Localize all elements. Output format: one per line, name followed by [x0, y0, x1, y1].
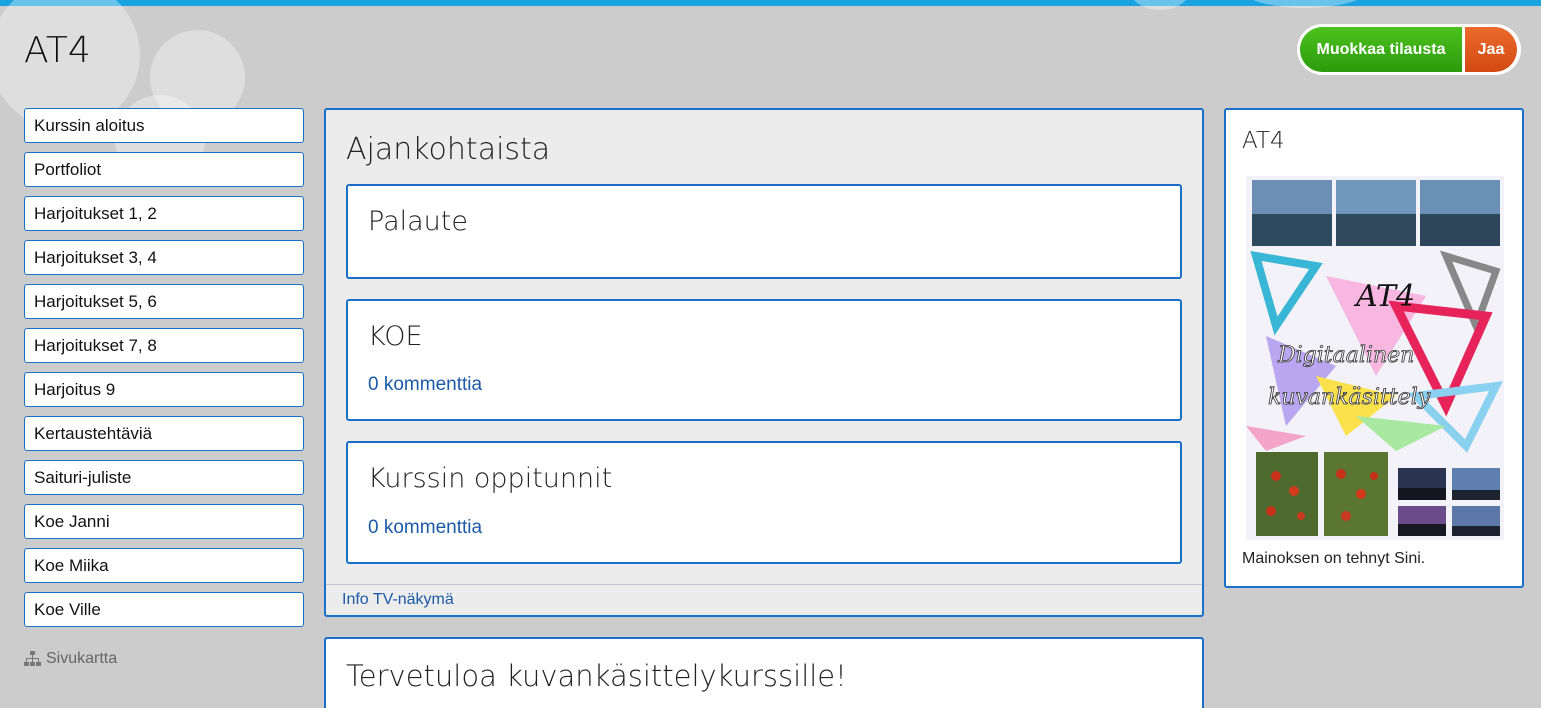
- welcome-title: Tervetuloa kuvankäsittelykurssille!: [346, 659, 847, 693]
- info-tv-link[interactable]: Info TV-näkymä: [326, 584, 1202, 615]
- poster-caption: Mainoksen on tehnyt Sini.: [1242, 550, 1426, 567]
- poster-text-line2: kuvankäsittely: [1268, 385, 1431, 410]
- welcome-panel: Tervetuloa kuvankäsittelykurssille!: [324, 637, 1204, 708]
- sitemap-link[interactable]: Sivukartta: [24, 650, 117, 668]
- nav-item[interactable]: Koe Ville: [24, 592, 304, 627]
- news-card[interactable]: Kurssin oppitunnit 0 kommenttia: [346, 441, 1182, 564]
- card-title[interactable]: KOE: [368, 321, 423, 352]
- comments-link[interactable]: 0 kommenttia: [368, 374, 482, 396]
- share-button[interactable]: Jaa: [1465, 27, 1517, 72]
- nav-item[interactable]: Koe Miika: [24, 548, 304, 583]
- side-title: AT4: [1242, 128, 1285, 154]
- nav-item[interactable]: Koe Janni: [24, 504, 304, 539]
- header-actions: Muokkaa tilausta Jaa: [1297, 24, 1521, 75]
- sidebar-nav: Kurssin aloitus Portfoliot Harjoitukset …: [24, 108, 304, 636]
- poster-text-line1: Digitaalinen: [1277, 343, 1414, 368]
- poster-text-at4: AT4: [1353, 279, 1415, 314]
- nav-item[interactable]: Kertaustehtäviä: [24, 416, 304, 451]
- nav-item[interactable]: Harjoitukset 1, 2: [24, 196, 304, 231]
- edit-subscription-button[interactable]: Muokkaa tilausta: [1300, 27, 1462, 72]
- card-title[interactable]: Palaute: [368, 206, 468, 237]
- news-panel: Ajankohtaista Palaute KOE 0 kommenttia K…: [324, 108, 1204, 617]
- nav-item[interactable]: Portfoliot: [24, 152, 304, 187]
- sitemap-icon: [24, 651, 41, 666]
- site-title: AT4: [24, 30, 91, 71]
- panel-title: Ajankohtaista: [346, 132, 551, 167]
- course-poster-image: AT4 Digitaalinen kuvankäsittely: [1246, 176, 1504, 540]
- nav-item[interactable]: Saituri-juliste: [24, 460, 304, 495]
- nav-item[interactable]: Harjoitukset 7, 8: [24, 328, 304, 363]
- comments-link[interactable]: 0 kommenttia: [368, 517, 482, 539]
- nav-item[interactable]: Kurssin aloitus: [24, 108, 304, 143]
- sitemap-label: Sivukartta: [46, 650, 118, 667]
- nav-item[interactable]: Harjoitus 9: [24, 372, 304, 407]
- nav-item[interactable]: Harjoitukset 5, 6: [24, 284, 304, 319]
- card-title[interactable]: Kurssin oppitunnit: [368, 463, 612, 494]
- side-panel: AT4 AT4 Digitaalinen kuvankäsittely Main…: [1224, 108, 1524, 588]
- news-card[interactable]: KOE 0 kommenttia: [346, 299, 1182, 421]
- news-card[interactable]: Palaute: [346, 184, 1182, 279]
- nav-item[interactable]: Harjoitukset 3, 4: [24, 240, 304, 275]
